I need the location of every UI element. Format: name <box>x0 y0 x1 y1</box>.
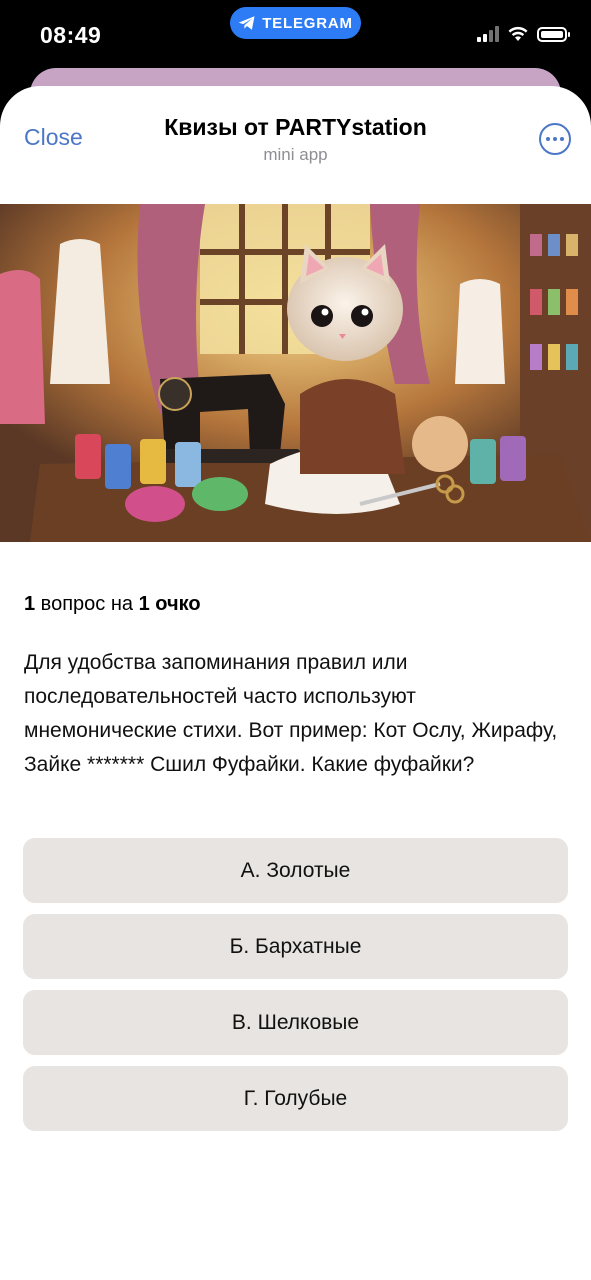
answer-button-b[interactable]: Б. Бархатные <box>23 914 568 979</box>
kitten-sewing-illustration-icon <box>0 204 591 542</box>
more-options-button[interactable] <box>539 123 571 155</box>
answer-button-g[interactable]: Г. Голубые <box>23 1066 568 1131</box>
wifi-icon <box>508 26 528 41</box>
return-to-telegram-pill[interactable]: TELEGRAM <box>230 7 361 39</box>
battery-icon <box>537 26 570 42</box>
app-subtitle: mini app <box>263 145 328 164</box>
quiz-illustration <box>0 204 591 542</box>
status-bar: 08:49 TELEGRAM <box>0 0 591 70</box>
cellular-signal-icon <box>477 26 499 42</box>
app-title: Квизы от PARTYstation <box>164 114 427 140</box>
mini-app-sheet: Close Квизы от PARTYstation mini app 1 в… <box>0 86 591 1280</box>
points-line: 1 вопрос на 1 очко <box>24 592 568 616</box>
question-text: Для удобства запоминания правил или посл… <box>24 651 558 776</box>
answer-button-v[interactable]: В. Шелковые <box>23 990 568 1055</box>
pill-label: TELEGRAM <box>262 14 353 32</box>
status-icons <box>477 26 570 42</box>
mini-app-header: Close Квизы от PARTYstation mini app <box>0 86 591 204</box>
points-middle-text: вопрос на <box>35 593 139 615</box>
title-block: Квизы от PARTYstation mini app <box>0 114 591 165</box>
points-value: 1 очко <box>138 593 201 615</box>
answer-button-a[interactable]: А. Золотые <box>23 838 568 903</box>
question-area: 1 вопрос на 1 очко Для удобства запомина… <box>24 592 568 782</box>
question-count: 1 <box>24 593 36 615</box>
more-horizontal-icon <box>546 137 550 141</box>
answer-list: А. Золотые Б. Бархатные В. Шелковые Г. Г… <box>23 838 568 1142</box>
status-time: 08:49 <box>40 22 102 48</box>
telegram-icon <box>238 16 255 30</box>
